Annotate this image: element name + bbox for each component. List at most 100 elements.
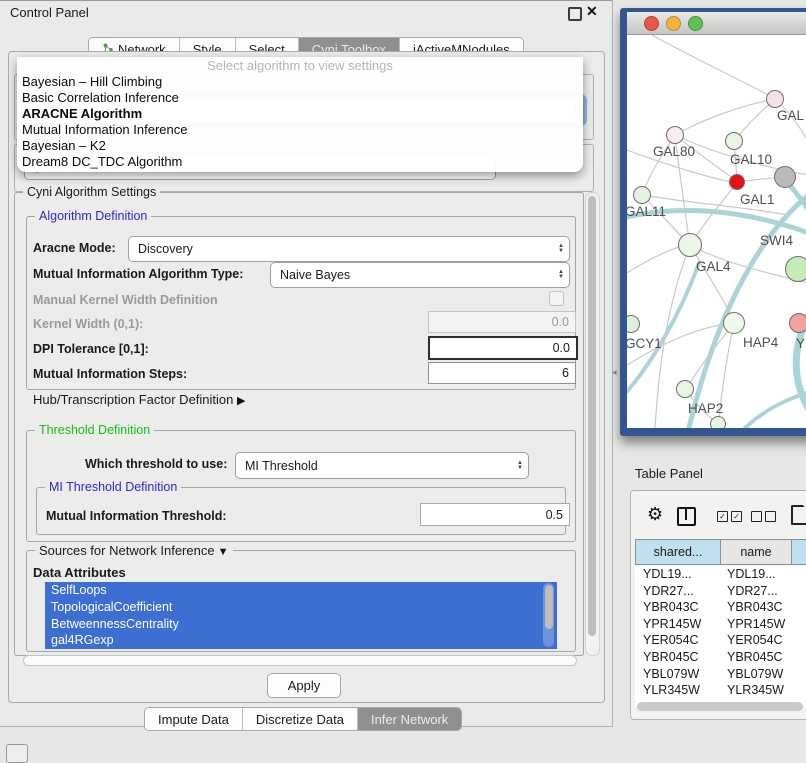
- node-label: SWI4: [760, 233, 793, 248]
- algorithm-option[interactable]: Mutual Information Inference: [17, 122, 583, 138]
- node-label: HAP2: [688, 401, 723, 416]
- node[interactable]: [710, 416, 726, 428]
- tab-label: Discretize Data: [256, 712, 344, 727]
- algorithm-option[interactable]: Basic Correlation Inference: [17, 90, 583, 106]
- column-header-name[interactable]: name: [720, 539, 791, 565]
- algorithm-option[interactable]: Bayesian – Hill Climbing: [17, 74, 583, 90]
- table-row[interactable]: YBL079WYBL079W: [635, 666, 806, 683]
- attribute-item[interactable]: BetweennessCentrality: [45, 616, 557, 633]
- node-label: GAL80: [653, 144, 695, 159]
- node[interactable]: [774, 166, 796, 188]
- tab-discretize-data[interactable]: Discretize Data: [243, 708, 358, 730]
- table-horizontal-scrollbar[interactable]: [635, 701, 805, 712]
- node-swi4[interactable]: [785, 256, 806, 282]
- deselect-all-icon[interactable]: [751, 511, 776, 522]
- table-row[interactable]: YPR145WYPR145W9.: [635, 616, 806, 633]
- node-label: GAL4: [696, 259, 731, 274]
- attribute-item[interactable]: SelfLoops: [45, 582, 557, 599]
- node-gal11[interactable]: [633, 186, 651, 204]
- table-cell: YBL079W: [727, 666, 797, 683]
- minimized-panel-icon[interactable]: [6, 744, 28, 763]
- table-cell: [797, 599, 806, 616]
- table-panel: ⚙ ✓✓ shared... name A YDL19...YDL19...13…: [630, 490, 806, 720]
- float-panel-icon[interactable]: [568, 7, 582, 21]
- table-header: shared... name A: [635, 539, 806, 565]
- node-gal80[interactable]: [666, 126, 684, 144]
- file-icon[interactable]: [791, 505, 806, 525]
- hub-definition-toggle[interactable]: Hub/Transcription Factor Definition ▶: [33, 392, 245, 407]
- combo-stepper-icon: ▲▼: [553, 270, 569, 280]
- node-gal1[interactable]: [729, 174, 745, 190]
- table-cell: YER054C: [635, 632, 727, 649]
- dropdown-placeholder: Select algorithm to view settings: [17, 58, 583, 74]
- algorithm-option[interactable]: Dream8 DC_TDC Algorithm: [17, 154, 583, 170]
- table-cell: YPR145W: [635, 616, 727, 633]
- table-cell: YBR045C: [635, 649, 727, 666]
- window-minimize-icon[interactable]: [666, 16, 681, 31]
- node-y[interactable]: [789, 313, 806, 333]
- mi-threshold-label: Mutual Information Threshold:: [46, 509, 227, 523]
- node-label: Y: [796, 336, 805, 351]
- table-cell: 8.: [797, 632, 806, 649]
- dpi-tolerance-field[interactable]: 0.0: [428, 336, 578, 360]
- attribute-item[interactable]: gal4RGexp: [45, 632, 557, 649]
- node-hap4[interactable]: [723, 312, 745, 334]
- aracne-mode-combo[interactable]: Discovery ▲▼: [128, 236, 570, 262]
- algorithm-option[interactable]: Bayesian – K2: [17, 138, 583, 154]
- kernel-width-field[interactable]: 0.0: [428, 311, 576, 333]
- sources-toggle[interactable]: Sources for Network Inference ▼: [35, 543, 233, 558]
- column-header-shared[interactable]: shared...: [635, 539, 720, 565]
- table-cell: YBR043C: [727, 599, 797, 616]
- table-cell: YBR043C: [635, 599, 727, 616]
- column-header-partial[interactable]: A: [791, 539, 806, 565]
- algorithm-option[interactable]: ARACNE Algorithm: [17, 106, 583, 122]
- network-view-window: GALGAL80GAL10GAL1GAL11GAL4SWI4GCY1HAP4YH…: [620, 8, 806, 436]
- mi-type-combo[interactable]: Naive Bayes ▲▼: [270, 262, 570, 288]
- table-cell: YBL079W: [635, 666, 727, 683]
- table-cell: YLR345W: [727, 682, 797, 699]
- window-close-icon[interactable]: [644, 16, 659, 31]
- mi-threshold-field[interactable]: 0.5: [420, 503, 570, 526]
- table-cell: YLR345W: [635, 682, 727, 699]
- algorithm-list: Bayesian – Hill ClimbingBasic Correlatio…: [17, 74, 583, 170]
- network-window-titlebar[interactable]: [627, 12, 806, 35]
- attributes-list-scrollbar[interactable]: [543, 583, 554, 647]
- table-row[interactable]: YLR345WYLR345W9.: [635, 682, 806, 699]
- node-label: HAP4: [743, 335, 778, 350]
- network-canvas[interactable]: GALGAL80GAL10GAL1GAL11GAL4SWI4GCY1HAP4YH…: [627, 35, 806, 428]
- mi-steps-field[interactable]: 6: [428, 362, 576, 384]
- table-row[interactable]: YBR045CYBR045C9.: [635, 649, 806, 666]
- cyni-bottom-tabs: Impute Data Discretize Data Infer Networ…: [144, 707, 462, 731]
- node-hap2[interactable]: [676, 380, 694, 398]
- node-gal4[interactable]: [678, 233, 702, 257]
- column-layout-icon[interactable]: [677, 507, 696, 526]
- table-cell: YER054C: [727, 632, 797, 649]
- node-gal[interactable]: [766, 90, 784, 108]
- panel-resize-handle[interactable]: ◂: [612, 367, 617, 378]
- table-row[interactable]: YER054CYER054C8.: [635, 632, 806, 649]
- table-row[interactable]: YBR043CYBR043C: [635, 599, 806, 616]
- algorithm-dropdown-popup: Select algorithm to view settings Bayesi…: [17, 57, 583, 172]
- aracne-mode-label: Aracne Mode:: [33, 241, 116, 255]
- data-attributes-list[interactable]: SelfLoopsTopologicalCoefficientBetweenne…: [45, 582, 557, 649]
- tab-label: Impute Data: [158, 712, 229, 727]
- close-panel-icon[interactable]: ✕: [586, 3, 598, 20]
- attribute-item[interactable]: TopologicalCoefficient: [45, 599, 557, 616]
- which-threshold-combo[interactable]: MI Threshold ▲▼: [235, 452, 529, 479]
- select-all-icon[interactable]: ✓✓: [717, 511, 742, 522]
- table-row[interactable]: YDL19...YDL19...13: [635, 566, 806, 583]
- table-row[interactable]: YDR27...YDR27...12: [635, 583, 806, 600]
- settings-horizontal-scrollbar[interactable]: [17, 654, 583, 666]
- group-title: Cyni Algorithm Settings: [23, 185, 160, 199]
- table-cell: [797, 666, 806, 683]
- window-zoom-icon[interactable]: [688, 16, 703, 31]
- table-cell: 9.: [797, 682, 806, 699]
- tab-impute-data[interactable]: Impute Data: [145, 708, 243, 730]
- settings-gear-icon[interactable]: ⚙: [647, 505, 663, 523]
- node-gal10[interactable]: [725, 132, 743, 150]
- settings-vertical-scrollbar[interactable]: [585, 192, 600, 656]
- tab-infer-network[interactable]: Infer Network: [358, 708, 461, 730]
- manual-kernel-checkbox[interactable]: [549, 291, 564, 306]
- table-cell: YDL19...: [727, 566, 797, 583]
- apply-button[interactable]: Apply: [267, 673, 341, 698]
